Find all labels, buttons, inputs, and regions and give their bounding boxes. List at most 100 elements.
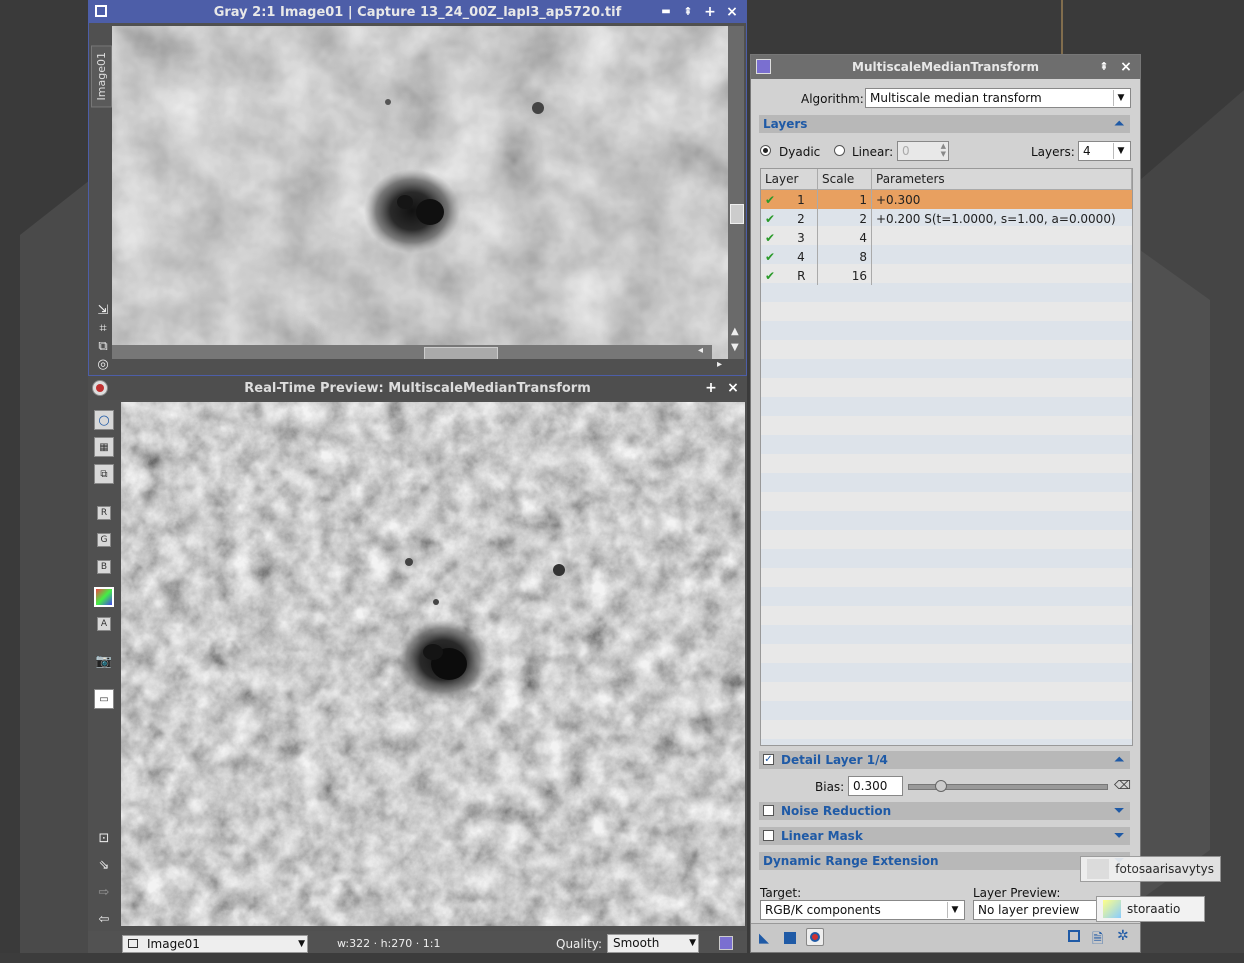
detail-layer-checkbox[interactable]: ✓	[763, 754, 774, 765]
layer-enabled-check-icon[interactable]: ✔	[765, 269, 775, 283]
col-parameters[interactable]: Parameters	[871, 169, 1132, 190]
linear-mask-checkbox[interactable]	[763, 830, 774, 841]
linear-mask-expand-icon[interactable]: ⏷	[1114, 828, 1124, 843]
browse-docs-icon[interactable]	[1068, 930, 1080, 942]
col-layer[interactable]: Layer	[761, 169, 818, 190]
horizontal-scroll-thumb[interactable]	[424, 347, 498, 359]
layer-enabled-check-icon[interactable]: ✔	[765, 212, 775, 226]
preview-maximize-button[interactable]: +	[703, 380, 719, 396]
preview-grid-icon[interactable]: ▦	[94, 437, 114, 457]
layers-count-select[interactable]: 4 ▼	[1078, 141, 1131, 161]
algorithm-select[interactable]: Multiscale median transform ▼	[865, 88, 1131, 108]
layer-enabled-check-icon[interactable]: ✔	[765, 231, 775, 245]
linear-radio[interactable]	[834, 145, 845, 156]
channel-rgb-icon[interactable]	[94, 587, 114, 607]
layer-enabled-check-icon[interactable]: ✔	[765, 250, 775, 264]
scroll-up-icon[interactable]: ▲	[731, 326, 739, 337]
image-identifier-tab[interactable]: Image01	[91, 45, 112, 108]
process-icon-title[interactable]	[756, 59, 771, 74]
noise-reduction-checkbox[interactable]	[763, 805, 774, 816]
clone-icon[interactable]: ⧉	[93, 339, 113, 354]
maximize-button[interactable]: +	[702, 4, 718, 20]
close-button[interactable]: ×	[724, 4, 740, 20]
preview-close-button[interactable]: ×	[725, 380, 741, 396]
preview-window-icon[interactable]: ▭	[94, 689, 114, 709]
layer-cell[interactable]: ✔ 3	[761, 228, 818, 247]
bias-input[interactable]: 0.300	[848, 776, 903, 796]
minimize-button[interactable]: ⇞	[680, 4, 696, 20]
solar-image-main[interactable]: ◂	[112, 26, 729, 359]
vertical-scroll-thumb[interactable]	[730, 204, 744, 224]
quality-select[interactable]: Smooth ▼	[607, 934, 699, 953]
target-select[interactable]: RGB/K components ▼	[760, 900, 965, 920]
image-window-titlebar[interactable]: Gray 2:1 Image01 | Capture 13_24_00Z_lap…	[89, 1, 746, 23]
realtime-preview-icon[interactable]	[806, 928, 824, 946]
back-icon[interactable]: ⇦	[94, 909, 114, 929]
image-window[interactable]: Gray 2:1 Image01 | Capture 13_24_00Z_lap…	[88, 0, 747, 376]
scroll-right-icon[interactable]: ▸	[717, 359, 722, 370]
layer-row[interactable]: ✔ 4 8	[761, 247, 1132, 266]
camera-icon[interactable]: 📷	[94, 651, 114, 671]
layer-row[interactable]: ✔ 1 1 +0.300	[761, 189, 1132, 209]
mmt-panel[interactable]: MultiscaleMedianTransform ⇞ × Algorithm:…	[750, 54, 1141, 953]
collapse-up-icon[interactable]: ⏶	[1114, 116, 1124, 131]
linear-mask-header[interactable]: Linear Mask ⏷	[759, 827, 1130, 845]
apply-icon[interactable]	[784, 932, 796, 944]
channel-g-icon[interactable]: G	[97, 533, 111, 547]
noise-reduction-header[interactable]: Noise Reduction ⏷	[759, 802, 1130, 820]
vertical-scrollbar[interactable]: ▲ ▼	[728, 26, 744, 359]
image-window-icon[interactable]	[95, 5, 107, 17]
detail-layer-header[interactable]: ✓ Detail Layer 1/4 ⏶	[759, 751, 1130, 769]
layer-cell[interactable]: ✔ 4	[761, 247, 818, 266]
preview-titlebar[interactable]: Real-Time Preview: MultiscaleMedianTrans…	[88, 376, 747, 400]
mmt-titlebar[interactable]: MultiscaleMedianTransform ⇞ ×	[751, 55, 1140, 79]
channel-a-icon[interactable]: A	[97, 617, 111, 631]
preview-statusbar: Image01 ▼ w:322 · h:270 · 1:1 Quality: S…	[88, 931, 747, 953]
layer-cell[interactable]: ✔ 2	[761, 209, 818, 228]
detail-collapse-icon[interactable]: ⏶	[1114, 752, 1124, 767]
fit-view-icon[interactable]: ⌗	[93, 321, 113, 336]
fit-icon[interactable]: ⊡	[94, 828, 114, 848]
notification-storaatio[interactable]: storaatio	[1096, 896, 1205, 922]
layer-cell[interactable]: ✔ R	[761, 266, 818, 285]
dre-header[interactable]: Dynamic Range Extension ⏷	[759, 852, 1130, 870]
linear-spinbox[interactable]: 0 ▲ ▼	[897, 141, 949, 161]
bias-slider-handle[interactable]	[934, 780, 947, 792]
notification-fotosaarisavytys[interactable]: fotosaarisavytys	[1080, 856, 1221, 882]
noise-expand-icon[interactable]: ⏷	[1114, 803, 1124, 818]
layer-id: 2	[797, 211, 805, 226]
reset-icon[interactable]: ✲	[1117, 928, 1129, 944]
scroll-down-icon[interactable]: ▼	[731, 342, 739, 353]
edit-instance-icon[interactable]: 🗎	[1092, 928, 1103, 952]
dyadic-radio[interactable]	[760, 145, 771, 156]
horizontal-scrollbar[interactable]: ◂	[112, 345, 712, 359]
shade-button[interactable]: ▬	[658, 4, 674, 20]
channel-b-icon[interactable]: B	[97, 560, 111, 574]
layer-enabled-check-icon[interactable]: ✔	[765, 193, 775, 207]
col-scale[interactable]: Scale	[817, 169, 872, 190]
preview-compare-icon[interactable]: ⧉	[94, 464, 114, 484]
view-selector[interactable]: Image01 ▼	[122, 935, 308, 953]
forward-icon[interactable]: ⇨	[94, 882, 114, 902]
new-instance-icon[interactable]: ◣	[759, 931, 769, 946]
mmt-shade-button[interactable]: ⇞	[1096, 59, 1112, 75]
preview-image-area[interactable]	[121, 402, 745, 926]
scroll-left-icon[interactable]: ◂	[698, 345, 703, 356]
reset-bias-icon[interactable]: ⌫	[1114, 778, 1131, 792]
mmt-close-button[interactable]: ×	[1118, 59, 1134, 75]
layer-row[interactable]: ✔ R 16	[761, 266, 1132, 285]
zoom-fit-icon[interactable]: ⇲	[93, 303, 113, 318]
layer-cell[interactable]: ✔ 1	[761, 189, 818, 209]
preview-record-icon[interactable]	[92, 380, 108, 396]
layer-row[interactable]: ✔ 2 2 +0.200 S(t=1.0000, s=1.00, a=0.0000)	[761, 209, 1132, 228]
layers-section-header[interactable]: Layers ⏶	[759, 115, 1130, 133]
layer-row[interactable]: ✔ 3 4	[761, 228, 1132, 247]
layers-table[interactable]: Layer Scale Parameters ✔ 1 1 +0.300 ✔ 2 2 +0.20…	[760, 168, 1133, 746]
preview-window[interactable]: Real-Time Preview: MultiscaleMedianTrans…	[88, 376, 747, 954]
target-icon[interactable]: ◎	[93, 357, 113, 372]
zoom-in-arrow-icon[interactable]: ⇘	[94, 855, 114, 875]
bias-slider[interactable]	[908, 780, 1108, 792]
preview-circle-icon[interactable]: ○	[94, 410, 114, 430]
process-icon[interactable]	[719, 936, 733, 950]
channel-r-icon[interactable]: R	[97, 506, 111, 520]
